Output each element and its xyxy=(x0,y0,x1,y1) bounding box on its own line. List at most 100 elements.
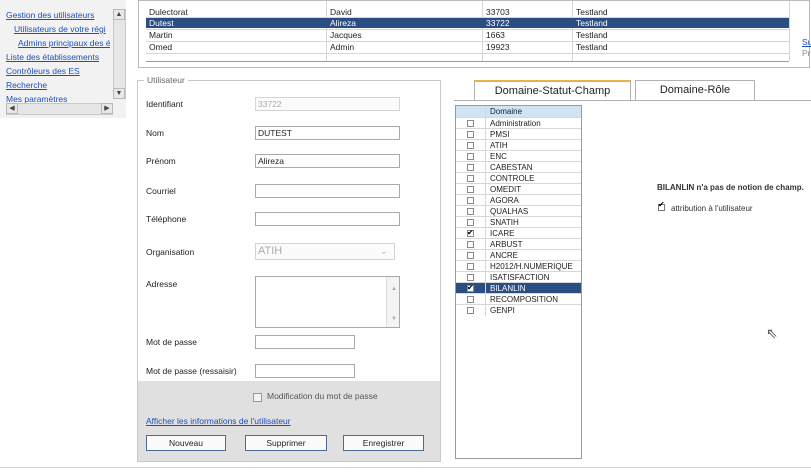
prenom-field[interactable]: Alireza xyxy=(255,154,400,168)
adresse-label: Adresse xyxy=(146,279,178,289)
scroll-down-icon[interactable]: ▼ xyxy=(113,88,125,99)
cell-org: Testland xyxy=(576,18,608,28)
enregistrer-button[interactable]: Enregistrer xyxy=(343,435,424,451)
domaine-row[interactable]: CABESTAN xyxy=(456,161,581,173)
domaine-row[interactable]: Administration xyxy=(456,117,581,129)
detail-notice: BILANLIN n'a pas de notion de champ. xyxy=(657,183,804,192)
form-action-area: Modification du mot de passe Afficher le… xyxy=(138,381,440,461)
cell-org: Testland xyxy=(576,30,608,40)
domaine-row[interactable]: ICARE xyxy=(456,227,581,239)
attribution-checkbox[interactable]: ✔ xyxy=(658,200,665,211)
table-row[interactable]: Dulectorat David 33703 Testland xyxy=(146,7,789,17)
tab-domaine-statut-champ[interactable]: Domaine-Statut-Champ xyxy=(474,80,631,100)
prenom-label: Prénom xyxy=(146,156,176,166)
domaine-checkbox[interactable] xyxy=(467,175,474,182)
domaine-checkbox[interactable] xyxy=(467,164,474,171)
domaine-table: Domaine Administration PMSI ATIH ENC CABESTA… xyxy=(455,105,582,459)
domaine-header-row: Domaine xyxy=(456,106,581,117)
domaine-row[interactable]: ARBUST xyxy=(456,238,581,250)
nom-label: Nom xyxy=(146,128,164,138)
cell-id: 19923 xyxy=(486,42,510,52)
domaine-checkbox[interactable] xyxy=(467,307,474,314)
domaine-row[interactable]: ATIH xyxy=(456,139,581,151)
nav-vertical-scrollbar[interactable] xyxy=(113,9,126,99)
fieldset-legend: Utilisateur xyxy=(144,75,188,85)
domaine-row[interactable]: H2012/H.NUMERIQUE xyxy=(456,260,581,272)
cell-prenom: Jacques xyxy=(330,30,362,40)
nav-controleurs-es[interactable]: Contrôleurs des ES xyxy=(6,66,110,76)
nav-horizontal-scrollbar[interactable] xyxy=(6,103,113,115)
cell-id: 33703 xyxy=(486,7,510,17)
nav-gestion-utilisateurs[interactable]: Gestion des utilisateurs xyxy=(6,10,106,20)
supprimer-button[interactable]: Supprimer xyxy=(245,435,327,451)
domaine-checkbox[interactable] xyxy=(467,282,474,293)
domaine-checkbox[interactable] xyxy=(467,153,474,160)
pager-next-link[interactable]: Suiva xyxy=(802,37,811,47)
row-divider xyxy=(146,53,789,54)
domaine-row[interactable]: QUALHAS xyxy=(456,205,581,217)
cell-nom: Dutest xyxy=(149,18,174,28)
cell-org: Testland xyxy=(576,42,608,52)
nav-utilisateurs-region[interactable]: Utilisateurs de votre régi xyxy=(14,24,110,34)
motdepasse2-label: Mot de passe (ressaisir) xyxy=(146,366,237,376)
page-bottom-border xyxy=(0,467,811,468)
modif-mdp-label: Modification du mot de passe xyxy=(267,391,378,401)
nav-liste-etablissements[interactable]: Liste des établissements xyxy=(6,52,110,62)
domaine-checkbox[interactable] xyxy=(467,252,474,259)
motdepasse2-field[interactable] xyxy=(255,364,355,378)
courriel-label: Courriel xyxy=(146,186,176,196)
domaine-label: GENPI xyxy=(490,306,515,315)
nom-field[interactable]: DUTEST xyxy=(255,126,400,140)
domaine-checkbox[interactable] xyxy=(467,120,474,127)
courriel-field[interactable] xyxy=(255,184,400,198)
grid-column-divider xyxy=(789,1,790,61)
scroll-right-icon[interactable]: ▶ xyxy=(101,103,113,114)
table-row[interactable]: Omed Admin 19923 Testland xyxy=(146,42,789,52)
domaine-row[interactable]: AGORA xyxy=(456,194,581,206)
scroll-left-icon[interactable]: ◀ xyxy=(6,103,18,114)
motdepasse-field[interactable] xyxy=(255,335,355,349)
cell-org: Testland xyxy=(576,7,608,17)
domaine-checkbox[interactable] xyxy=(467,274,474,281)
scroll-down-icon[interactable]: ▼ xyxy=(391,313,397,325)
cell-prenom: Alireza xyxy=(330,18,356,28)
scroll-up-icon[interactable]: ▲ xyxy=(113,9,125,20)
cell-prenom: David xyxy=(330,7,352,17)
domaine-row[interactable]: SNATIH xyxy=(456,216,581,228)
pager-prev-label: Préc xyxy=(802,48,811,58)
cell-nom: Dulectorat xyxy=(149,7,188,17)
show-user-info-link[interactable]: Afficher les informations de l'utilisate… xyxy=(146,416,291,426)
cell-nom: Martin xyxy=(149,30,173,40)
domaine-checkbox[interactable] xyxy=(467,241,474,248)
identifiant-label: Identifiant xyxy=(146,99,183,109)
domaine-checkbox[interactable] xyxy=(467,296,474,303)
table-row-selected[interactable]: Dutest Alireza 33722 Testland xyxy=(146,18,789,28)
domaine-row[interactable]: ANCRE xyxy=(456,249,581,261)
domaine-row[interactable]: GENPI xyxy=(456,304,581,316)
modif-mdp-checkbox[interactable] xyxy=(253,393,262,402)
domaine-checkbox[interactable] xyxy=(467,227,474,238)
domaine-row[interactable]: PMSI xyxy=(456,128,581,140)
domaine-checkbox[interactable] xyxy=(467,208,474,215)
nav-recherche[interactable]: Recherche xyxy=(6,80,110,90)
domaine-checkbox[interactable] xyxy=(467,131,474,138)
domaine-row-selected[interactable]: BILANLIN xyxy=(456,282,581,294)
domaine-checkbox[interactable] xyxy=(467,186,474,193)
domaine-row[interactable]: CONTROLE xyxy=(456,172,581,184)
organisation-label: Organisation xyxy=(146,247,195,257)
domaine-checkbox[interactable] xyxy=(467,142,474,149)
domaine-row[interactable]: RECOMPOSITION xyxy=(456,293,581,305)
domaine-checkbox[interactable] xyxy=(467,197,474,204)
domaine-checkbox[interactable] xyxy=(467,219,474,226)
nouveau-button[interactable]: Nouveau xyxy=(146,435,226,451)
domaine-row[interactable]: ENC xyxy=(456,150,581,162)
nav-admins-principaux[interactable]: Admins principaux des é xyxy=(18,38,110,48)
adresse-textarea[interactable]: ▲ ▼ xyxy=(255,276,400,328)
domaine-row[interactable]: ISATISFACTION xyxy=(456,271,581,283)
domaine-checkbox[interactable] xyxy=(467,263,474,270)
domaine-row[interactable]: OMEDIT xyxy=(456,183,581,195)
scroll-up-icon[interactable]: ▲ xyxy=(391,283,397,295)
table-row[interactable]: Martin Jacques 1663 Testland xyxy=(146,30,789,40)
tab-domaine-role[interactable]: Domaine-Rôle xyxy=(635,80,755,100)
telephone-field[interactable] xyxy=(255,212,400,226)
